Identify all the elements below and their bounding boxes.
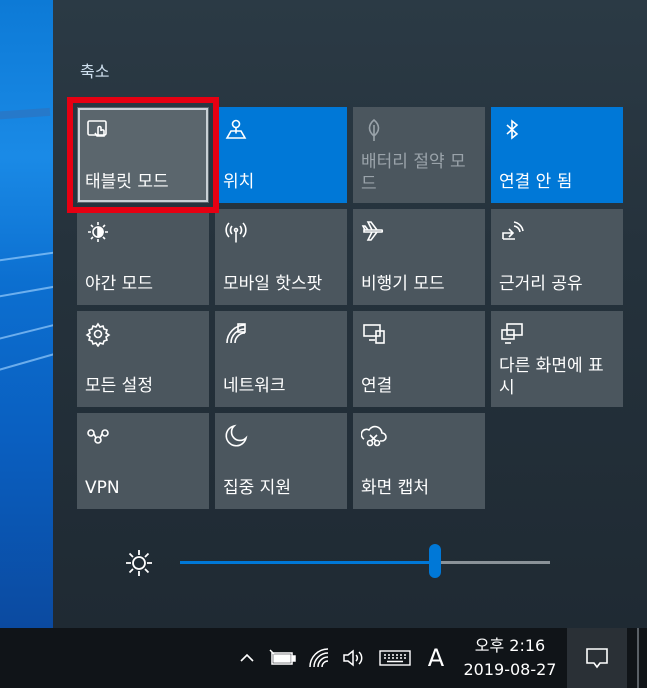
tile-label: 화면 캡처 [361,478,429,498]
brightness-slider-track[interactable] [180,561,550,564]
tile-project[interactable]: 다른 화면에 표시 [491,311,623,407]
show-desktop-button[interactable] [637,628,639,688]
mobile-hotspot-icon [223,219,249,245]
notification-icon [586,648,608,669]
tile-label: 연결 안 됨 [499,172,573,192]
network-icon [223,321,249,347]
tile-connect[interactable]: 연결 [353,311,485,407]
tile-vpn[interactable]: VPN [77,413,209,509]
connect-icon [361,321,387,347]
airplane-icon [361,219,387,245]
input-indicator[interactable]: A [420,628,452,688]
desktop-wallpaper [0,0,53,628]
tile-label: 야간 모드 [85,274,153,294]
battery-saver-icon [361,117,387,143]
tile-label: 위치 [223,172,255,192]
tile-night-light[interactable]: 야간 모드 [77,209,209,305]
wifi-icon[interactable] [305,628,335,688]
settings-gear-icon [85,321,111,348]
collapse-link[interactable]: 축소 [80,58,109,82]
tile-label: 연결 [361,376,393,396]
tile-mobile-hotspot[interactable]: 모바일 핫스팟 [215,209,347,305]
battery-icon[interactable] [266,628,300,688]
taskbar-clock[interactable]: 오후 2:16 2019-08-27 [460,634,560,682]
tile-location[interactable]: 위치 [215,107,347,203]
volume-icon[interactable] [338,628,368,688]
brightness-slider-fill [180,561,436,564]
action-center-button[interactable] [567,628,627,688]
chevron-up-icon[interactable] [233,628,261,688]
project-icon [499,321,525,347]
night-light-icon [85,219,111,245]
vpn-icon [85,423,111,449]
tile-bluetooth[interactable]: 연결 안 됨 [491,107,623,203]
tile-label: 근거리 공유 [499,274,583,294]
tile-tablet-mode[interactable]: 태블릿 모드 [77,107,209,203]
tile-label: 집중 지원 [223,478,291,498]
tile-label: 모든 설정 [85,376,153,396]
keyboard-icon[interactable] [375,628,415,688]
tile-all-settings[interactable]: 모든 설정 [77,311,209,407]
tile-label: 비행기 모드 [361,274,445,294]
brightness-slider-thumb[interactable] [429,544,442,578]
tile-label: 배터리 절약 모드 [361,152,466,194]
tile-label: 다른 화면에 표시 [499,356,604,398]
tile-label: VPN [85,478,120,498]
tile-airplane-mode[interactable]: 비행기 모드 [353,209,485,305]
nearby-share-icon [499,219,525,245]
clock-date: 2019-08-27 [463,660,557,679]
tablet-mode-icon [85,117,111,143]
location-icon [223,117,249,143]
bluetooth-icon [499,117,525,143]
tile-label: 네트워크 [223,376,286,396]
clock-time: 오후 2:16 [474,636,546,655]
focus-assist-moon-icon [223,423,249,449]
tile-network[interactable]: 네트워크 [215,311,347,407]
tile-screen-snip[interactable]: 화면 캡처 [353,413,485,509]
tile-label: 모바일 핫스팟 [223,274,323,294]
brightness-sun-icon [124,548,154,578]
tile-label: 태블릿 모드 [85,172,169,192]
tile-battery-saver[interactable]: 배터리 절약 모드 [353,107,485,203]
screen-snip-icon [360,423,387,449]
tile-focus-assist[interactable]: 집중 지원 [215,413,347,509]
tile-nearby-sharing[interactable]: 근거리 공유 [491,209,623,305]
